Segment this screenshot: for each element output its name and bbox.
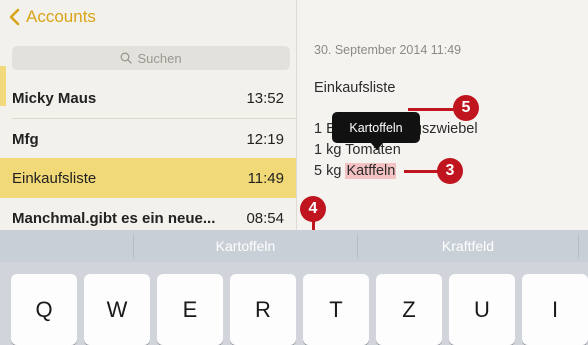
- note-title: Einkaufsliste: [12, 169, 97, 187]
- note-title: Manchmal.gibt es ein neue...: [12, 209, 216, 227]
- search-field[interactable]: Suchen: [12, 46, 290, 70]
- key-e[interactable]: E: [157, 274, 223, 345]
- suggestion-item[interactable]: Kartoffeln: [134, 230, 357, 262]
- key-u[interactable]: U: [449, 274, 515, 345]
- note-text: 5 kg: [314, 163, 346, 179]
- list-item-selected[interactable]: Einkaufsliste 11:49: [0, 158, 296, 198]
- note-title: Mfg: [12, 130, 39, 148]
- suggestion-item[interactable]: Kraftfeld: [358, 230, 578, 262]
- back-button[interactable]: Accounts: [7, 4, 96, 30]
- notes-sidebar: Accounts Suchen Micky Maus 13:52 Mfg 12:…: [0, 0, 297, 230]
- autocorrect-label: Kartoffeln: [349, 120, 403, 135]
- note-line: 1 kg Tomaten: [314, 142, 401, 158]
- callout-badge: 3: [437, 158, 463, 184]
- note-time: 08:54: [246, 209, 284, 227]
- suggestion-divider: [578, 234, 579, 258]
- chevron-left-icon: [9, 8, 20, 26]
- list-item[interactable]: Micky Maus 13:52: [0, 78, 296, 118]
- key-w[interactable]: W: [84, 274, 150, 345]
- note-time: 12:19: [246, 130, 284, 148]
- callout-badge: 4: [300, 196, 326, 222]
- note-title: Micky Maus: [12, 89, 97, 107]
- keyboard: Q W E R T Z U I: [0, 262, 588, 345]
- list-item[interactable]: Manchmal.gibt es ein neue... 08:54: [0, 198, 296, 230]
- back-label: Accounts: [26, 7, 96, 26]
- suggestion-bar: Kartoffeln Kraftfeld: [0, 230, 588, 262]
- callout-badge: 5: [453, 95, 479, 121]
- misspelled-word[interactable]: Katffeln: [345, 163, 397, 179]
- key-z[interactable]: Z: [376, 274, 442, 345]
- note-date: 30. September 2014 11:49: [314, 43, 462, 57]
- key-t[interactable]: T: [303, 274, 369, 345]
- key-q[interactable]: Q: [11, 274, 77, 345]
- note-time: 13:52: [246, 89, 284, 107]
- note-heading: Einkaufsliste: [314, 80, 396, 96]
- note-text: 1 kg To: [314, 142, 361, 158]
- note-line: 5 kg Katffeln: [314, 163, 397, 179]
- key-r[interactable]: R: [230, 274, 296, 345]
- search-icon: [121, 52, 133, 64]
- note-time: 11:49: [247, 169, 284, 187]
- autocorrect-popup[interactable]: Kartoffeln: [332, 112, 420, 143]
- key-i[interactable]: I: [522, 274, 588, 345]
- list-item[interactable]: Mfg 12:19: [0, 119, 296, 159]
- search-placeholder: Suchen: [137, 50, 182, 66]
- popup-arrow: [370, 142, 384, 150]
